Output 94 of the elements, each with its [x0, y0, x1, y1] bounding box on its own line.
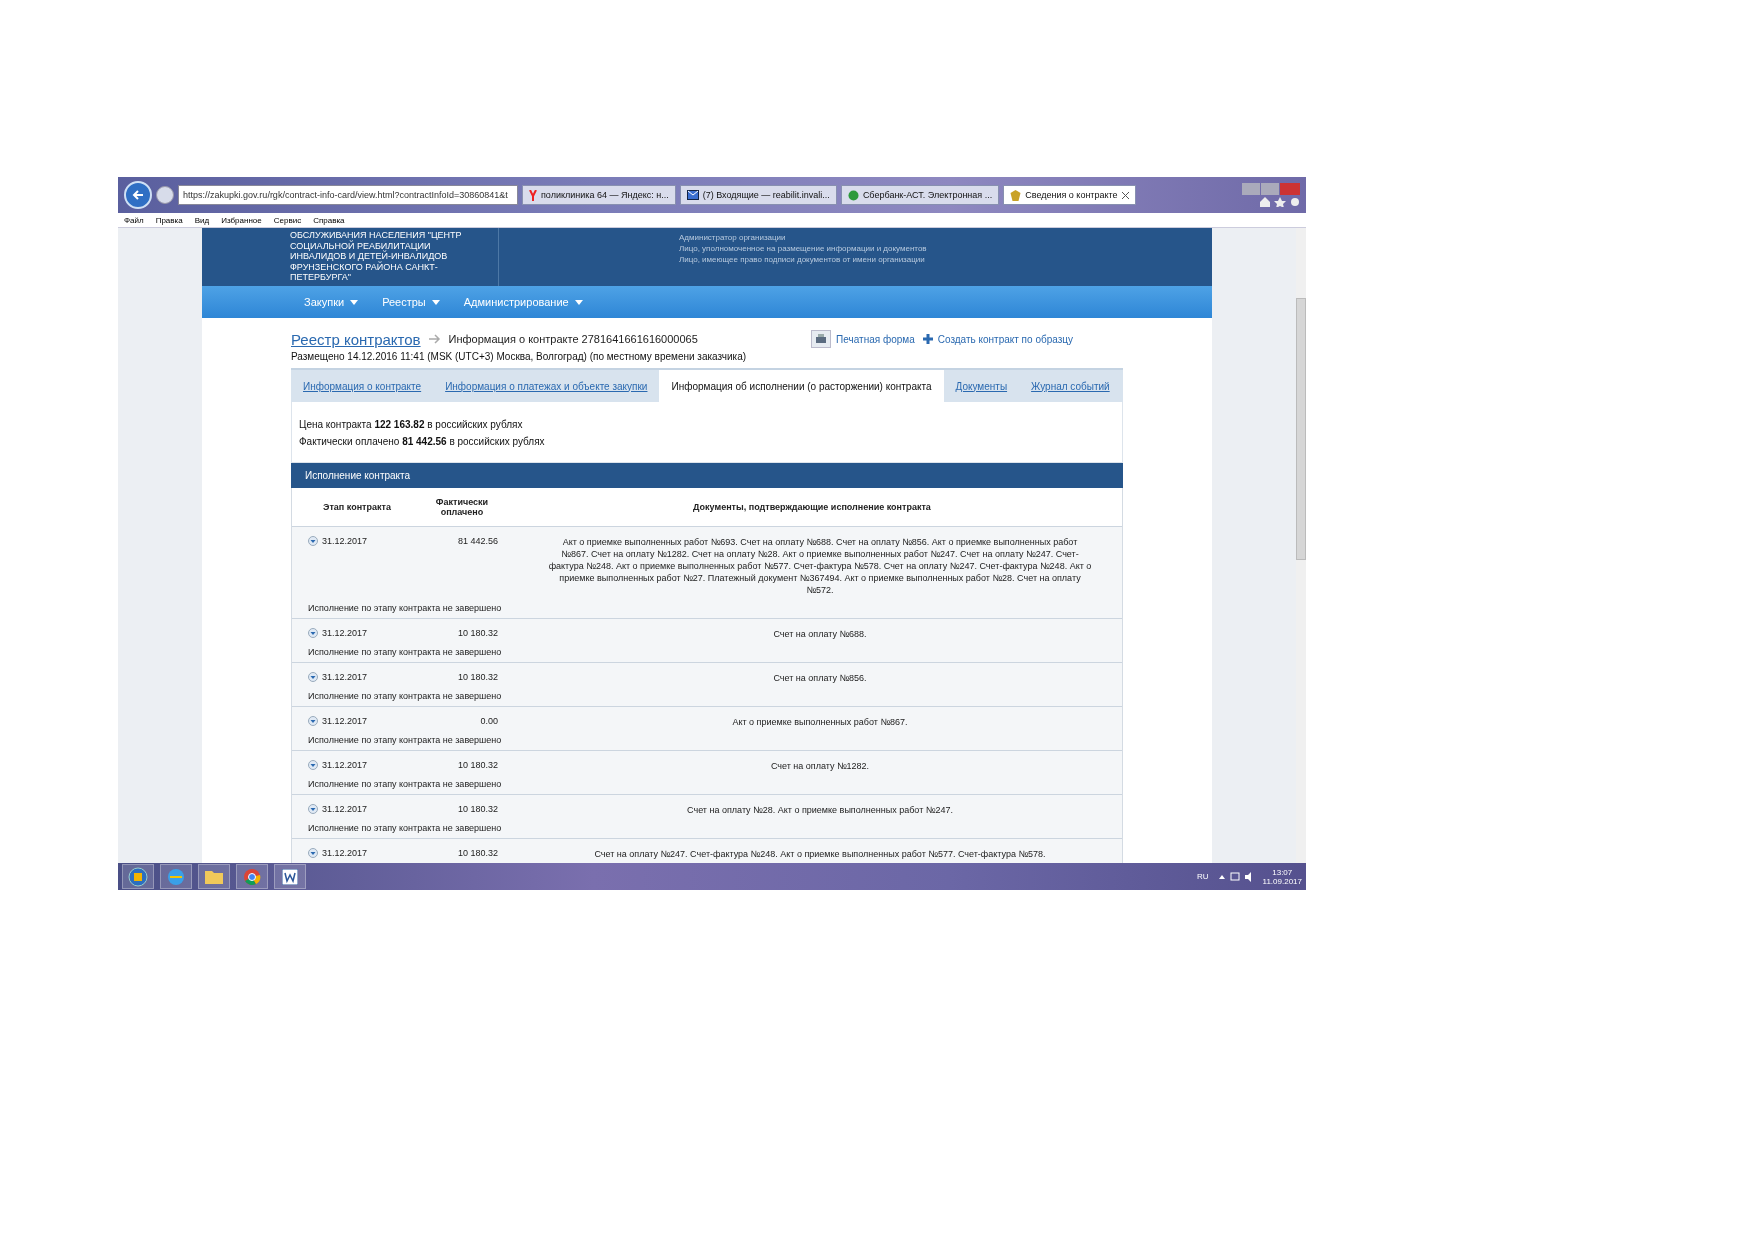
user-role: Лицо, уполномоченное на размещение информации и документов [679, 243, 927, 254]
expand-icon[interactable] [308, 804, 318, 814]
table-cell-text: 10 180.32 [456, 628, 498, 638]
tab[interactable]: Информация о контракте [291, 370, 434, 402]
toolbar-icons-drawing[interactable] [1260, 197, 1300, 207]
expand-icon[interactable] [308, 536, 318, 546]
summary-line: Цена контракта 122 163.82 в российских рублях [299, 418, 524, 432]
action-link[interactable]: Создать контракт по образцу [922, 333, 1073, 345]
expand-icon[interactable] [308, 628, 318, 638]
table-cell-text: Акт о приемке выполненных работ №867. [731, 716, 909, 728]
table-cell: 31.12.2017 [322, 848, 368, 858]
tab[interactable]: Документы [943, 370, 1020, 402]
table-cell-text: Счет на оплату №688. [772, 628, 868, 640]
tab-title: Сведения о контракте [1025, 190, 1118, 200]
tray-icons-drawing[interactable] [1218, 871, 1253, 882]
stage-status: Исполнение по этапу контракта не завершено [308, 603, 503, 613]
document-icon[interactable] [282, 868, 298, 885]
expand-icon[interactable] [308, 848, 318, 858]
plus-icon [922, 334, 933, 344]
stage-status: Исполнение по этапу контракта не завершено [308, 823, 503, 833]
menu-item[interactable]: Избранное [221, 215, 262, 225]
browser-tab[interactable]: (7) Входящие — reabilit.invali... [679, 185, 837, 205]
table-cell-text: 10 180.32 [456, 760, 498, 770]
table-cell: 31.12.2017 [322, 760, 368, 770]
table-cell: 31.12.2017 [322, 536, 368, 546]
tab-title: поликлиника 64 — Яндекс: н... [541, 190, 669, 200]
action-link[interactable]: Печатная форма [811, 330, 915, 348]
expand-icon[interactable] [308, 716, 318, 726]
table-cell-text: 81 442.56 [456, 536, 498, 546]
close-icon[interactable] [1121, 191, 1129, 199]
section-title: Исполнение контракта [291, 463, 1123, 488]
column-header: Документы, подтверждающие исполнение контракта [692, 502, 932, 512]
tab-title: (7) Входящие — reabilit.invali... [702, 190, 830, 200]
address-field[interactable]: https://zakupki.gov.ru/rgk/contract-info-card/view.html?contractInfoId=30860841&t [178, 185, 518, 205]
letter-y-icon [529, 189, 537, 201]
menu-item[interactable]: Вид [194, 215, 210, 225]
expand-icon[interactable] [308, 760, 318, 770]
browser-tab[interactable]: поликлиника 64 — Яндекс: н... [522, 185, 676, 205]
start-orb-icon[interactable] [128, 866, 148, 887]
emblem-icon [1010, 189, 1022, 201]
tab[interactable]: Информация об исполнении (о расторжении) контракта [659, 370, 944, 402]
breadcrumb-current: Информация о контракте 2781641661616000065 [448, 333, 698, 345]
table-cell-text: 10 180.32 [456, 804, 498, 814]
stage-status: Исполнение по этапу контракта не завершено [308, 779, 503, 789]
stage-status: Исполнение по этапу контракта не завершено [308, 735, 503, 745]
printer-icon [811, 330, 832, 348]
language-indicator[interactable]: RU [1197, 872, 1209, 881]
caret-icon [431, 299, 440, 305]
user-role: Администратор организации [679, 232, 787, 243]
caret-icon [574, 299, 583, 305]
posted-date: Размещено 14.12.2016 11:41 (MSK (UTC+3) Москва, Волгоград) (по местному времени заказчика) [291, 351, 748, 362]
menu-item[interactable]: Сервис [273, 215, 302, 225]
table-cell: 31.12.2017 [322, 672, 368, 682]
table-cell-text: 10 180.32 [456, 672, 498, 682]
menu-item[interactable]: Справка [313, 215, 345, 225]
user-role: Лицо, имеющее право подписи документов от имени организации [679, 254, 926, 265]
table-cell-text: Счет на оплату №247. Счет-фактура №248. Акт о приемке выполненных работ №577. Счет-фактура №578. [593, 848, 1047, 860]
table-cell-text: Акт о приемке выполненных работ №693. Счет на оплату №688. Счет на оплату №856. Акт о приемке выполненных работ №867. Счет на оплату №1282. Счет на оплату №28. Акт о приемке выполненных работ №247. Счет на оплату №247. Счет-фактура №248. Акт о приемке выполненных работ №577. Счет-фактура №578. Счет на оплату №247. Счет-фактура №248. Акт о приемке выполненных работ №27. Платежный документ №367494. Акт о приемке выполненных работ №28. Счет на оплату №572. [547, 536, 1093, 596]
menu-item[interactable]: Правка [155, 215, 183, 225]
scrollbar[interactable] [1296, 228, 1306, 863]
clock-date: 11.09.2017 [1262, 876, 1302, 886]
organization-name: ОБСЛУЖИВАНИЯ НАСЕЛЕНИЯ "ЦЕНТР СОЦИАЛЬНОЙ РЕАБИЛИТАЦИИ ИНВАЛИДОВ И ДЕТЕЙ-ИНВАЛИДОВ ФРУНЗЕНСКОГО РАЙОНА САНКТ-ПЕТЕРБУРГА" [290, 229, 463, 284]
breadcrumb-link[interactable]: Реестр контрактов [291, 330, 421, 348]
table-cell-text: Счет на оплату №1282. [769, 760, 871, 772]
table-cell-text: Счет на оплату №856. [772, 672, 868, 684]
folder-icon[interactable] [205, 869, 223, 884]
tab[interactable]: Журнал событий [1019, 370, 1122, 402]
chrome-icon[interactable] [243, 867, 261, 886]
browser-tab[interactable]: Сбербанк-АСТ. Электронная ... [840, 185, 1000, 205]
globe-icon[interactable] [167, 867, 185, 886]
table-cell: 31.12.2017 [322, 804, 368, 814]
table-cell-text: Счет на оплату №28. Акт о приемке выполненных работ №247. [686, 804, 954, 816]
table-cell-text: 0.00 [479, 716, 498, 726]
caret-icon [350, 299, 359, 305]
column-header: Этап контракта [322, 502, 392, 512]
table-cell-text: 10 180.32 [456, 848, 498, 858]
browser-tab[interactable]: Сведения о контракте [1003, 185, 1136, 205]
stage-status: Исполнение по этапу контракта не завершено [308, 647, 503, 657]
stage-status: Исполнение по этапу контракта не завершено [308, 691, 503, 701]
clock-time: 13:07 [1272, 867, 1293, 877]
globe-icon [847, 189, 859, 201]
tab[interactable]: Информация о платежах и объекте закупки [433, 370, 660, 402]
menu-item[interactable]: Файл [124, 215, 144, 225]
column-header: Фактически оплачено [434, 497, 490, 517]
summary-line: Фактически оплачено 81 442.56 в российских рублях [299, 435, 546, 449]
back-button[interactable] [124, 181, 152, 209]
tab-title: Сбербанк-АСТ. Электронная ... [862, 190, 993, 200]
mail-icon [686, 190, 699, 200]
arrow-icon [428, 334, 441, 344]
forward-button[interactable] [156, 186, 174, 204]
table-cell: 31.12.2017 [322, 628, 368, 638]
expand-icon[interactable] [308, 672, 318, 682]
arrow-icon [132, 189, 144, 201]
table-cell: 31.12.2017 [322, 716, 368, 726]
